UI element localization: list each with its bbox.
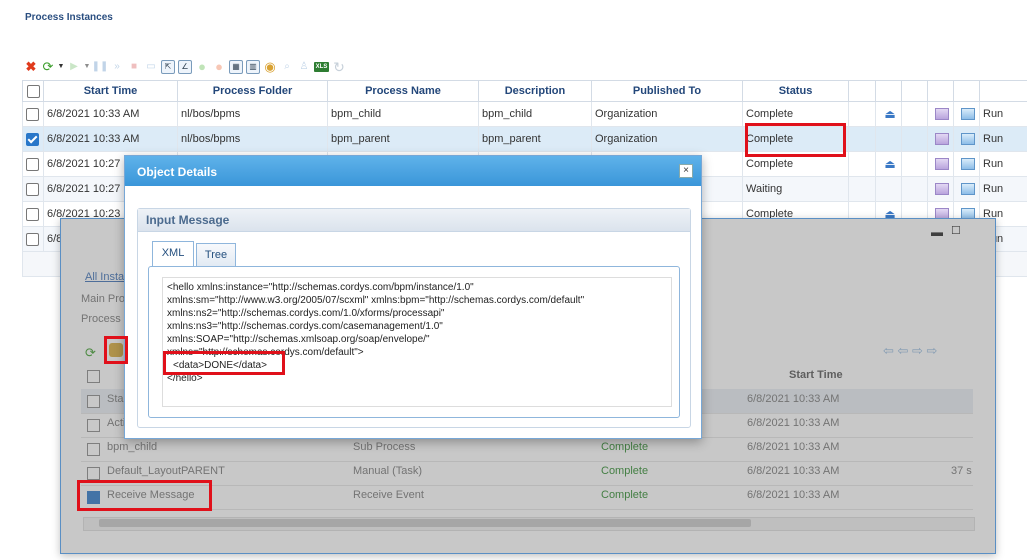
- row-checkbox-checked[interactable]: [26, 132, 39, 146]
- cell-description: bpm_child: [478, 101, 592, 127]
- xml-line: xmlns:SOAP="http://schemas.xmlsoap.org/s…: [167, 334, 430, 345]
- input-message-panel: Input Message XML Tree <hello xmlns:inst…: [137, 208, 691, 428]
- row-checkbox[interactable]: [26, 232, 39, 246]
- highlight-data-box: [163, 351, 285, 375]
- column-header-description[interactable]: Description: [478, 80, 592, 102]
- tab-tree[interactable]: Tree: [196, 243, 236, 266]
- search-list-icon[interactable]: ⌕: [280, 60, 294, 74]
- toolbar: ✖ ⟳ ▼ ▶ ▼ ❚❚ » ■ ▭ ⇱ ∠ ● ● ▦ ▥ ◉ ⌕ ♙ XLS…: [24, 58, 346, 76]
- dropdown-arrow-icon[interactable]: ▼: [84, 60, 91, 74]
- refresh-icon[interactable]: ⟳: [41, 60, 55, 74]
- delete-icon[interactable]: ✖: [24, 60, 38, 74]
- column-header-status[interactable]: Status: [742, 80, 849, 102]
- xml-line: xmlns:ns2="http://schemas.cordys.com/1.0…: [167, 308, 445, 319]
- cell-process-name: bpm_parent: [327, 126, 479, 152]
- run-link[interactable]: Run: [979, 176, 1027, 202]
- page-title: Process Instances: [25, 12, 113, 23]
- document-export-icon[interactable]: ⇱: [161, 60, 175, 74]
- cell-process-folder: nl/bos/bpms: [177, 126, 328, 152]
- highlight-receive-message-box: [77, 480, 212, 511]
- window-blue-icon[interactable]: [961, 158, 975, 171]
- xml-content[interactable]: <hello xmlns:instance="http://schemas.co…: [162, 277, 672, 407]
- reload-icon[interactable]: ↻: [332, 60, 346, 74]
- window-purple-icon[interactable]: [935, 183, 949, 196]
- window-purple-icon[interactable]: [935, 158, 949, 171]
- column-header-process-name[interactable]: Process Name: [327, 80, 479, 102]
- circle-minus-icon[interactable]: ●: [212, 60, 226, 74]
- column-header-published-to[interactable]: Published To: [591, 80, 743, 102]
- row-checkbox[interactable]: [26, 207, 39, 221]
- pause-icon[interactable]: ❚❚: [92, 60, 109, 74]
- highlight-message-icon-box: [104, 336, 128, 364]
- run-link[interactable]: Run: [979, 101, 1027, 127]
- xml-line: xmlns:sm="http://www.w3.org/2005/07/scxm…: [167, 295, 585, 306]
- upload-icon[interactable]: ⏏: [884, 107, 895, 121]
- dialog-header[interactable]: Object Details ×: [125, 156, 701, 186]
- stop-icon[interactable]: ■: [127, 60, 141, 74]
- cell-published-to: Organization: [591, 101, 743, 127]
- row-checkbox[interactable]: [26, 157, 39, 171]
- fast-forward-icon[interactable]: »: [110, 60, 124, 74]
- column-header-process-folder[interactable]: Process Folder: [177, 80, 328, 102]
- comment-icon[interactable]: ▭: [144, 60, 158, 74]
- table-header-row: Start Time Process Folder Process Name D…: [22, 80, 1027, 102]
- excel-export-icon[interactable]: XLS: [314, 62, 329, 72]
- hierarchy-icon[interactable]: ♙: [297, 60, 311, 74]
- grid-icon[interactable]: ▦: [229, 60, 243, 74]
- window-blue-icon[interactable]: [961, 183, 975, 196]
- upload-icon[interactable]: ⏏: [884, 157, 895, 171]
- barcode-icon[interactable]: ▥: [246, 60, 260, 74]
- xml-viewer: <hello xmlns:instance="http://schemas.co…: [148, 266, 680, 418]
- dialog-title: Object Details: [137, 165, 218, 179]
- window-purple-icon[interactable]: [935, 108, 949, 121]
- cell-description: bpm_parent: [478, 126, 592, 152]
- column-header-start-time[interactable]: Start Time: [43, 80, 178, 102]
- object-details-dialog: Object Details × Input Message XML Tree …: [124, 155, 702, 439]
- table-row[interactable]: 6/8/2021 10:33 AM nl/bos/bpms bpm_child …: [22, 101, 1027, 127]
- xml-line: xmlns:ns3="http://schemas.cordys.com/cas…: [167, 321, 443, 332]
- run-link[interactable]: Run: [979, 151, 1027, 177]
- message-icon[interactable]: ◉: [263, 60, 277, 74]
- highlight-status-box: [745, 123, 846, 157]
- row-checkbox[interactable]: [26, 107, 39, 121]
- select-all-header[interactable]: [22, 80, 44, 102]
- window-blue-icon[interactable]: [961, 108, 975, 121]
- window-purple-icon[interactable]: [935, 133, 949, 146]
- cell-process-name: bpm_child: [327, 101, 479, 127]
- cell-status: Waiting: [742, 176, 849, 202]
- play-icon[interactable]: ▶: [67, 60, 81, 74]
- run-link[interactable]: Run: [979, 126, 1027, 152]
- circle-ok-icon[interactable]: ●: [195, 60, 209, 74]
- cell-published-to: Organization: [591, 126, 743, 152]
- select-all-checkbox[interactable]: [26, 84, 40, 98]
- dropdown-arrow-icon[interactable]: ▼: [58, 60, 65, 74]
- cell-process-folder: nl/bos/bpms: [177, 101, 328, 127]
- row-checkbox[interactable]: [26, 182, 39, 196]
- close-button[interactable]: ×: [679, 164, 693, 178]
- chart-icon[interactable]: ∠: [178, 60, 192, 74]
- panel-title: Input Message: [146, 213, 230, 227]
- table-row[interactable]: 6/8/2021 10:33 AM nl/bos/bpms bpm_parent…: [22, 126, 1027, 152]
- tab-xml[interactable]: XML: [152, 241, 194, 267]
- window-blue-icon[interactable]: [961, 133, 975, 146]
- cell-start-time: 6/8/2021 10:33 AM: [43, 126, 178, 152]
- xml-line: <hello xmlns:instance="http://schemas.co…: [167, 282, 474, 293]
- cell-start-time: 6/8/2021 10:33 AM: [43, 101, 178, 127]
